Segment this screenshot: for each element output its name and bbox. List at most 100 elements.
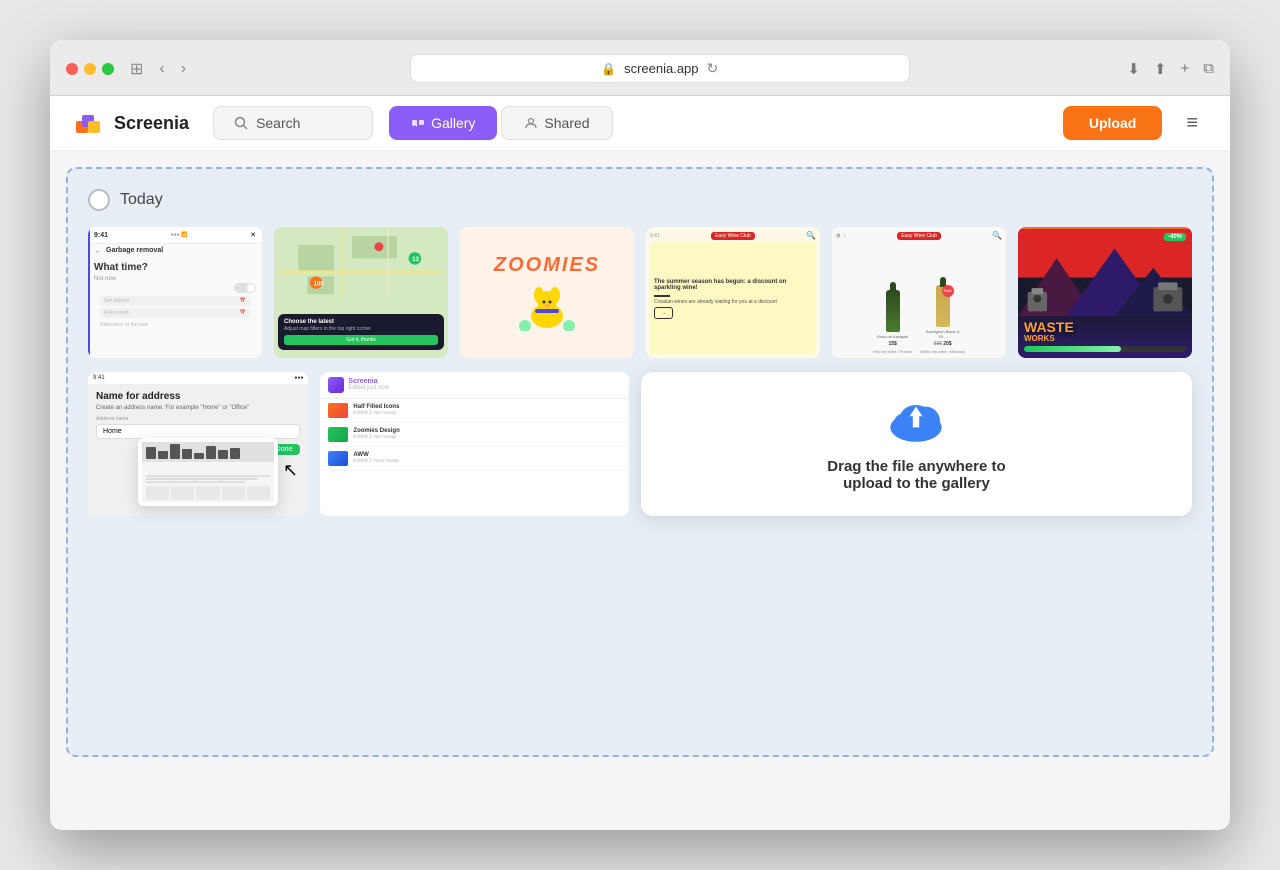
- game-discount-badge: -40%: [1164, 233, 1186, 241]
- map-roads-svg: 12 100: [274, 227, 448, 299]
- card5-filter-icon: ⚙: [836, 233, 840, 239]
- traffic-lights: [66, 63, 114, 75]
- zoomies-character: [517, 281, 577, 331]
- screenshot-card-1[interactable]: 9:41 ●●● 📶 ✕ ← Garbage removal What time…: [88, 227, 262, 358]
- drop-zone[interactable]: Drag the file anywhere to upload to the …: [641, 372, 1192, 516]
- card4-headline: The summer season has begun: a discount …: [654, 279, 812, 291]
- map-tooltip: Choose the latest Adjust map filters in …: [278, 314, 444, 350]
- cursor: ↖: [283, 460, 298, 481]
- screenshot-card-6[interactable]: -40% WASTE WORKS: [1018, 227, 1192, 358]
- back-button[interactable]: ‹: [153, 58, 170, 80]
- screenshot-card-5[interactable]: ⚙ ↕ Easy Wine Club 🔍 Rosu de Kazayak 15$…: [832, 227, 1006, 358]
- nav-arrows: ‹ ›: [153, 58, 192, 80]
- card8-item-1[interactable]: Half Filled Icons Edited 1 час назад: [320, 399, 629, 423]
- sidebar-toggle-icon[interactable]: ⊞: [130, 59, 143, 79]
- section-header: Today: [88, 189, 1192, 211]
- card4-arrow-btn[interactable]: →: [654, 307, 673, 319]
- bottle-1-region: Red dry wine / France: [873, 349, 912, 354]
- card8-item-1-time: Edited 1 час назад: [353, 410, 399, 416]
- game-bar-fill: [1024, 346, 1121, 352]
- card8-item-3[interactable]: AWW Edited 2 часа назад: [320, 447, 629, 471]
- screenshot-card-2[interactable]: 12 100 Choose the latest Adjust map filt…: [274, 227, 448, 358]
- download-icon[interactable]: ⬇: [1127, 60, 1140, 78]
- nav-tabs: Gallery Shared: [389, 106, 613, 140]
- zoomies-title: ZOOMIES: [494, 254, 600, 277]
- menu-button[interactable]: ≡: [1178, 108, 1206, 139]
- card4-status: 9:41: [650, 233, 660, 239]
- bottle-1-price: 15$: [888, 341, 896, 347]
- card1-time: 9:41: [94, 232, 108, 239]
- card4-badge: Easy Wine Club: [711, 232, 755, 240]
- svg-text:12: 12: [412, 256, 419, 263]
- refresh-icon[interactable]: ↻: [707, 60, 719, 77]
- card8-item-3-time: Edited 2 часа назад: [353, 458, 398, 464]
- upload-button[interactable]: Upload: [1063, 106, 1162, 140]
- floating-file-preview: [138, 438, 278, 506]
- logo-area: Screenia: [74, 107, 189, 139]
- browser-window: ⊞ ‹ › 🔒 screenia.app ↻ ⬇ ⬆ + ⧉: [50, 40, 1230, 830]
- minimize-button[interactable]: [84, 63, 96, 75]
- tabs-icon[interactable]: ⧉: [1203, 60, 1214, 77]
- bottle-1-name: Rosu de Kazayak: [877, 334, 908, 339]
- app-logo-text: Screenia: [114, 113, 189, 134]
- main-content: Today 9:41 ●●● 📶 ✕ ← Garbage removal Wha…: [66, 167, 1214, 757]
- card8-brand-name: Screenia: [348, 378, 389, 385]
- tab-gallery[interactable]: Gallery: [389, 106, 497, 140]
- card7-label: Address name: [96, 416, 300, 422]
- map-tooltip-button[interactable]: Got it, thanks: [284, 335, 438, 345]
- card7-title: Name for address: [96, 391, 300, 402]
- card5-search-icon: 🔍: [992, 231, 1002, 240]
- drop-zone-text: Drag the file anywhere to upload to the …: [827, 458, 1005, 492]
- bottle-shape-2: Sale: [936, 285, 950, 327]
- game-background: -40% WASTE WORKS: [1018, 227, 1192, 358]
- card8-thumb-2: [328, 427, 348, 442]
- card8-item-2-time: Edited 1 час назад: [353, 434, 399, 440]
- wine-bottles: Rosu de Kazayak 15$ Red dry wine / Franc…: [873, 244, 965, 354]
- bottle-shape-1: [886, 290, 900, 332]
- forward-button[interactable]: ›: [175, 58, 192, 80]
- close-button[interactable]: [66, 63, 78, 75]
- card7-desc: Create an address name. For example "Hom…: [96, 405, 300, 411]
- card7-input[interactable]: Home: [96, 424, 300, 439]
- share-icon[interactable]: ⬆: [1154, 60, 1167, 78]
- card1-relevance: Relevance of the task: [94, 320, 256, 330]
- lock-icon: 🔒: [601, 62, 616, 76]
- card8-item-2[interactable]: Zoomies Design Edited 1 час назад: [320, 423, 629, 447]
- url-text: screenia.app: [624, 61, 698, 76]
- preview-image: [142, 442, 274, 502]
- drop-text-line2: upload to the gallery: [827, 475, 1005, 492]
- maximize-button[interactable]: [102, 63, 114, 75]
- new-tab-icon[interactable]: +: [1181, 60, 1190, 77]
- card8-edit-time: Edited just now: [348, 385, 389, 391]
- map-tooltip-text: Adjust map filters in the top right corn…: [284, 326, 438, 332]
- address-bar[interactable]: 🔒 screenia.app ↻: [410, 54, 910, 83]
- gallery-row-1: 9:41 ●●● 📶 ✕ ← Garbage removal What time…: [88, 227, 1192, 358]
- card5-sort-icon: ↕: [843, 233, 846, 239]
- bottle-1: Rosu de Kazayak 15$ Red dry wine / Franc…: [873, 290, 912, 354]
- preview-content: [138, 438, 278, 506]
- card1-nav-title: Garbage removal: [106, 247, 163, 254]
- game-title: WASTE WORKS: [1024, 320, 1186, 343]
- sale-badge: Sale: [942, 285, 954, 297]
- card4-search-icon: 🔍: [806, 231, 816, 240]
- tab-shared[interactable]: Shared: [501, 106, 612, 140]
- bottle-2-price: 20$: [943, 341, 951, 347]
- card8-thumb-3: [328, 451, 348, 466]
- card4-subtext: Croatian wines are already waiting for y…: [654, 299, 812, 305]
- svg-text:100: 100: [313, 280, 324, 287]
- card1-close[interactable]: ✕: [250, 231, 256, 239]
- gallery-row-2: 9:41 ●●● Name for address Create an addr…: [88, 372, 1192, 516]
- section-title: Today: [120, 191, 163, 209]
- card1-get-started: Get started 📅: [100, 296, 250, 306]
- bottle-2: Sale Sauvignon Blanc & Ri... 33$ 20$ Whi…: [920, 285, 965, 354]
- title-bar: ⊞ ‹ › 🔒 screenia.app ↻ ⬇ ⬆ + ⧉: [50, 40, 1230, 96]
- screenshot-card-3[interactable]: ZOOMIES: [460, 227, 634, 358]
- card8-brand-icon: [328, 377, 344, 393]
- today-checkbox[interactable]: [88, 189, 110, 211]
- search-button[interactable]: Search: [213, 106, 373, 140]
- cloud-upload-icon: [884, 396, 948, 446]
- shared-icon: [524, 116, 538, 130]
- screenshot-card-4[interactable]: 9:41 Easy Wine Club 🔍 The summer season …: [646, 227, 820, 358]
- card1-question: What time?: [94, 259, 256, 276]
- screenshot-card-8[interactable]: Screenia Edited just now Half Filled Ico…: [320, 372, 629, 516]
